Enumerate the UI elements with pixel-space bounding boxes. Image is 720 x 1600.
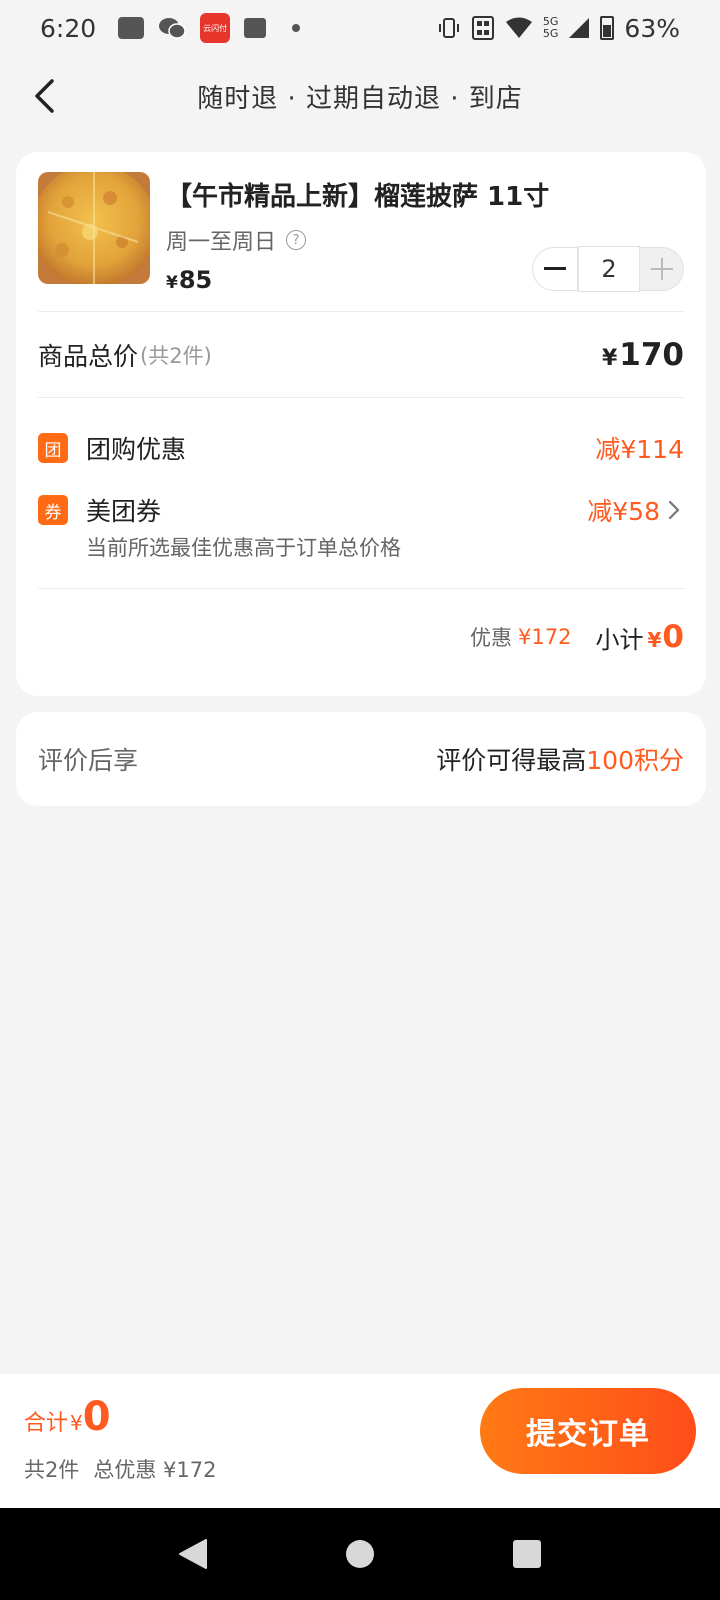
plus-icon <box>650 258 673 280</box>
minus-icon <box>544 267 566 270</box>
subtotal-label: 小计 <box>595 625 644 654</box>
divider <box>38 311 684 312</box>
order-card: 【午市精品上新】榴莲披萨 11寸 周一至周日 ? ¥85 2 商品总价 (共2件… <box>16 152 706 696</box>
product-item: 【午市精品上新】榴莲披萨 11寸 周一至周日 ? ¥85 2 <box>38 172 684 302</box>
goods-total-count: (共2件) <box>140 344 212 368</box>
coupon-badge-icon: 券 <box>38 495 68 525</box>
group-buy-badge-icon: 团 <box>38 433 68 463</box>
more-notifications-dot-icon <box>292 24 301 32</box>
system-nav-bar <box>0 1508 720 1600</box>
review-points: 100积分 <box>586 746 684 775</box>
checkout-total-amount: 0 <box>82 1394 111 1440</box>
coupon-note: 当前所选最佳优惠高于订单总价格 <box>86 536 401 560</box>
review-reward-card: 评价后享 评价可得最高100积分 <box>16 712 706 806</box>
divider <box>38 397 684 398</box>
status-time: 6:20 <box>40 13 97 43</box>
product-name[interactable]: 【午市精品上新】榴莲披萨 11寸 <box>166 176 549 213</box>
quantity-stepper: 2 <box>532 246 684 292</box>
total-currency: ¥ <box>601 346 618 371</box>
battery-percent: 63% <box>624 13 680 43</box>
discount-row-coupon[interactable]: 券 美团券 减¥58 <box>38 492 684 528</box>
system-status-icons: 5G 5G 63% <box>437 14 680 43</box>
increase-quantity-button[interactable] <box>640 247 684 291</box>
checkout-total-currency: ¥ <box>70 1411 83 1435</box>
square-recents-icon <box>512 1540 541 1568</box>
cloudpay-app-icon: 云闪付 <box>200 13 231 43</box>
availability-text: 周一至周日 <box>166 230 277 255</box>
system-home-button[interactable] <box>338 1532 382 1576</box>
saving-label: 优惠 <box>470 626 513 650</box>
nav-bar: 随时退 · 过期自动退 · 到店 <box>0 64 720 128</box>
summary-row: 优惠 ¥172 小计 ¥0 <box>38 614 684 660</box>
page-title: 随时退 · 过期自动退 · 到店 <box>197 83 523 114</box>
coupon-amount-text: 减¥58 <box>587 497 660 526</box>
divider <box>38 588 684 589</box>
subtotal-amount: ¥0 <box>648 619 685 655</box>
wechat-icon <box>158 16 186 40</box>
network-type: 5G 5G <box>542 15 559 40</box>
coupon-amount: 减¥58 <box>587 492 684 528</box>
checkout-total-saving: 总优惠 ¥172 <box>93 1458 217 1482</box>
decrease-quantity-button[interactable] <box>532 247 578 291</box>
review-label: 评价后享 <box>38 746 139 775</box>
total-value: 170 <box>619 337 684 373</box>
system-back-button[interactable] <box>171 1532 215 1576</box>
checkout-total-label: 合计 <box>24 1411 69 1436</box>
signal-icon <box>568 17 590 39</box>
discount-amount: 减¥114 <box>595 435 684 464</box>
checkout-subtext: 共2件 总优惠 ¥172 <box>24 1454 217 1484</box>
discount-row-group-buy: 团 团购优惠 减¥114 <box>38 430 684 466</box>
checkout-count: 共2件 <box>24 1458 80 1482</box>
price-currency: ¥ <box>166 273 178 293</box>
status-bar: 6:20 云闪付 5G 5G 63% <box>0 0 720 56</box>
triangle-back-icon <box>179 1539 208 1569</box>
mail-icon <box>244 18 267 38</box>
review-reward-text: 评价可得最高100积分 <box>436 741 684 777</box>
product-price: ¥85 <box>166 266 212 294</box>
circle-home-icon <box>345 1540 374 1568</box>
notification-icons: 云闪付 <box>118 13 301 43</box>
nfc-icon <box>471 15 495 41</box>
help-icon[interactable]: ? <box>286 230 307 250</box>
back-button[interactable] <box>24 76 64 116</box>
quantity-value[interactable]: 2 <box>578 246 640 292</box>
goods-total-amount: ¥170 <box>602 337 684 373</box>
product-image[interactable] <box>38 172 150 284</box>
wifi-icon <box>505 16 533 40</box>
message-icon <box>118 17 145 39</box>
vibrate-icon <box>437 16 461 40</box>
price-value: 85 <box>178 266 213 294</box>
saving-amount: ¥172 <box>518 625 572 649</box>
discount-label: 美团券 <box>86 497 162 526</box>
goods-total-label: 商品总价 <box>38 342 139 371</box>
system-recents-button[interactable] <box>505 1532 549 1576</box>
chevron-right-icon <box>668 499 684 521</box>
subtotal-value: 0 <box>662 619 684 655</box>
battery-icon <box>600 16 615 40</box>
subtotal-currency: ¥ <box>647 628 662 652</box>
chevron-left-icon <box>35 79 54 113</box>
checkout-bar: 合计 ¥ 0 共2件 总优惠 ¥172 提交订单 <box>0 1374 720 1508</box>
discount-label: 团购优惠 <box>86 435 187 464</box>
submit-order-button[interactable]: 提交订单 <box>480 1388 696 1474</box>
checkout-total: 合计 ¥ 0 <box>24 1394 111 1440</box>
product-availability: 周一至周日 ? <box>166 224 307 256</box>
goods-total-row: 商品总价 (共2件) ¥170 <box>38 332 684 378</box>
review-reward-prefix: 评价可得最高 <box>436 746 587 775</box>
